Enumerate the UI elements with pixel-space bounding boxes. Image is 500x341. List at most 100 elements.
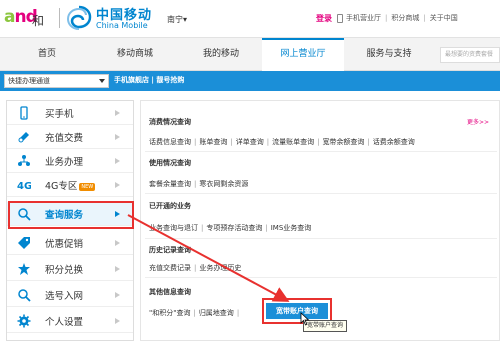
sidebar-item-business[interactable]: 业务办理 xyxy=(7,149,133,173)
chevron-right-icon xyxy=(115,182,120,188)
city-selector[interactable]: 南宁▾ xyxy=(167,14,187,25)
svg-text:4G: 4G xyxy=(17,181,31,192)
link-he-points[interactable]: "和积分"查询 xyxy=(149,309,190,317)
divider: | xyxy=(317,138,320,146)
section-links-history: 充值交费记录 | 业务办理历史 xyxy=(149,263,241,273)
4g-icon: 4G xyxy=(17,181,31,192)
link-broadband-balance[interactable]: 宽带余额查询 xyxy=(322,138,364,146)
section-title-history: 历史记录查询 xyxy=(149,246,191,254)
divider: | xyxy=(385,14,388,22)
link-traffic-bill[interactable]: 流量账单查询 xyxy=(272,138,314,146)
sidebar-item-label: 优惠促销 xyxy=(45,239,84,250)
divider: | xyxy=(367,138,370,146)
site-header: and 和 中国移动 China Mobile 南宁▾ 登录 手机营业厅 | 积… xyxy=(0,0,500,36)
link-location[interactable]: 归属地查询 xyxy=(199,309,234,317)
top-links: 手机营业厅 | 积分商城 | 关于中国 xyxy=(333,13,458,23)
section-divider xyxy=(145,238,497,239)
gift-icon xyxy=(18,263,30,275)
new-badge: NEW xyxy=(79,182,96,191)
divider: | xyxy=(194,180,197,188)
gear-icon xyxy=(17,314,31,328)
section-links-usage: 套餐余量查询 | 寒衣网剩余资源 xyxy=(149,179,248,189)
top-link-points-mall[interactable]: 积分商城 xyxy=(391,13,419,23)
link-remaining-resources[interactable]: 寒衣网剩余资源 xyxy=(199,180,248,188)
section-title-usage: 使用情况查询 xyxy=(149,159,191,167)
logo-divider xyxy=(59,8,60,28)
link-bill-info[interactable]: 话费信息查询 xyxy=(149,138,191,146)
top-link-about[interactable]: 关于中国 xyxy=(430,13,458,23)
he-logo[interactable]: and 和 xyxy=(4,6,50,32)
section-links-subscribed: 业务查询与退订 | 专项预存活动查询 | IMS业务查询 xyxy=(149,223,311,233)
quick-bar: 快捷办理通道 手机旗舰店 | 靓号抢购 xyxy=(0,71,500,91)
main-nav: 首页 移动商城 我的移动 网上营业厅 服务与支持 最想要的资费套餐 xyxy=(0,37,500,72)
sidebar-item-label: 充值交费 xyxy=(45,133,84,144)
chevron-right-icon xyxy=(115,158,120,164)
section-links-consumption: 话费信息查询 | 账单查询 | 详单查询 | 流量账单查询 | 宽带余额查询 | 话费余额查询 xyxy=(149,137,415,147)
quick-links[interactable]: 手机旗舰店 | 靓号抢购 xyxy=(114,75,184,85)
chevron-down-icon xyxy=(99,79,105,83)
more-link[interactable]: 更多>> xyxy=(467,117,489,126)
quick-channel-select[interactable]: 快捷办理通道 xyxy=(4,74,109,88)
sidebar-item-select-number[interactable]: 选号入网 xyxy=(7,283,133,307)
sidebar-item-label: 业务办理 xyxy=(45,157,84,168)
sidebar-item-buy-phone[interactable]: 买手机 xyxy=(7,101,133,125)
china-mobile-en: China Mobile xyxy=(96,21,148,30)
china-mobile-logo[interactable]: 中国移动 China Mobile xyxy=(66,3,166,33)
divider: | xyxy=(194,264,197,272)
login-link[interactable]: 登录 xyxy=(316,13,332,24)
business-icon xyxy=(18,155,30,166)
link-package-remaining[interactable]: 套餐余量查询 xyxy=(149,180,191,188)
link-bill[interactable]: 账单查询 xyxy=(199,138,227,146)
number-icon xyxy=(18,289,31,302)
he-logo-text: 和 xyxy=(32,14,45,28)
link-phone-balance[interactable]: 话费余额查询 xyxy=(373,138,415,146)
section-title-consumption: 消费情况查询 xyxy=(149,118,191,126)
link-business-history[interactable]: 业务办理历史 xyxy=(199,264,241,272)
chevron-right-icon xyxy=(115,266,120,272)
section-divider xyxy=(145,193,497,194)
section-title-other: 其他信息查询 xyxy=(149,288,191,296)
link-prestore-query[interactable]: 专项预存活动查询 xyxy=(206,224,262,232)
link-recharge-history[interactable]: 充值交费记录 xyxy=(149,264,191,272)
cursor-icon xyxy=(300,312,310,326)
link-detail[interactable]: 详单查询 xyxy=(236,138,264,146)
nav-support[interactable]: 服务与支持 xyxy=(352,38,426,71)
nav-my-mobile[interactable]: 我的移动 xyxy=(186,38,256,71)
divider: | xyxy=(193,309,196,317)
chevron-right-icon xyxy=(115,240,120,246)
recharge-icon xyxy=(18,132,29,143)
sidebar-item-label: 积分兑换 xyxy=(45,265,84,276)
divider: | xyxy=(236,309,240,317)
divider: | xyxy=(230,138,233,146)
nav-mall[interactable]: 移动商城 xyxy=(100,38,170,71)
section-title-subscribed: 已开通的业务 xyxy=(149,202,191,210)
chevron-right-icon xyxy=(115,110,120,116)
sidebar-item-recharge[interactable]: 充值交费 xyxy=(7,125,133,149)
divider: | xyxy=(266,138,270,146)
sidebar-item-label: 个人设置 xyxy=(45,317,84,328)
mobile-icon xyxy=(337,13,343,23)
link-business-query[interactable]: 业务查询与退订 xyxy=(149,224,198,232)
top-link-mobile-hall[interactable]: 手机营业厅 xyxy=(346,13,381,23)
divider: | xyxy=(423,14,426,22)
sidebar-item-promotions[interactable]: 优惠促销 xyxy=(7,231,133,255)
sidebar-item-label: 4G专区 NEW xyxy=(45,181,96,192)
chevron-down-icon: ▾ xyxy=(183,15,188,24)
nav-home[interactable]: 首页 xyxy=(18,38,76,71)
section-divider xyxy=(145,277,497,278)
divider: | xyxy=(201,224,204,232)
china-mobile-logo-icon xyxy=(66,5,92,30)
city-label: 南宁 xyxy=(167,15,183,24)
chevron-right-icon xyxy=(115,318,120,324)
sidebar-item-4g[interactable]: 4G 4G专区 NEW xyxy=(7,173,133,197)
chevron-right-icon xyxy=(115,134,120,140)
link-ims-query[interactable]: IMS业务查询 xyxy=(271,224,312,232)
phone-icon xyxy=(20,106,28,120)
divider: | xyxy=(265,224,268,232)
sidebar-item-settings[interactable]: 个人设置 xyxy=(7,309,133,333)
search-input[interactable]: 最想要的资费套餐 xyxy=(440,47,500,63)
tag-icon xyxy=(18,237,30,249)
section-links-other: "和积分"查询 | 归属地查询 | xyxy=(149,308,242,318)
sidebar-item-points[interactable]: 积分兑换 xyxy=(7,257,133,281)
nav-online-hall[interactable]: 网上营业厅 xyxy=(262,38,344,72)
